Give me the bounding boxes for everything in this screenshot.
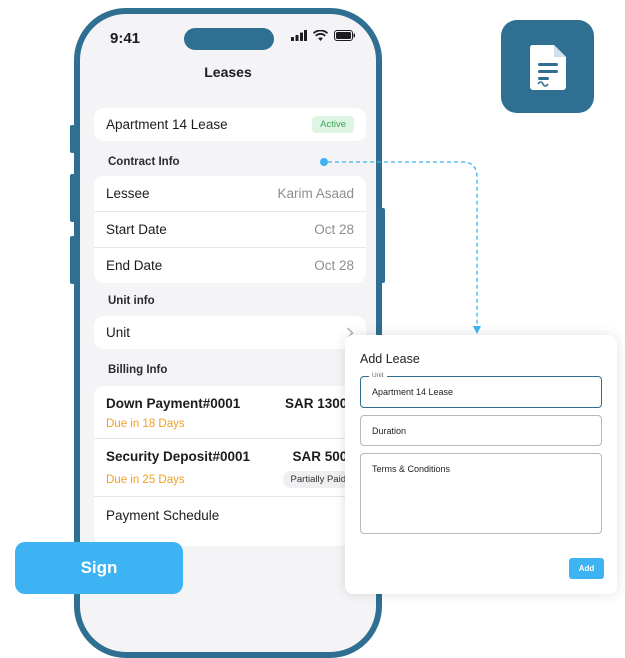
add-lease-panel: Add Lease Unit Apartment 14 Lease Durati…: [345, 335, 617, 594]
unit-field-legend: Unit: [369, 372, 387, 379]
unit-field[interactable]: Unit Apartment 14 Lease: [360, 372, 602, 408]
duration-placeholder: Duration: [372, 426, 407, 436]
duration-field[interactable]: Duration: [360, 415, 602, 446]
unit-field-value: Apartment 14 Lease: [372, 387, 454, 397]
add-button[interactable]: Add: [569, 558, 604, 579]
terms-placeholder: Terms & Conditions: [372, 464, 451, 474]
terms-field[interactable]: Terms & Conditions: [360, 453, 602, 534]
form-title: Add Lease: [360, 352, 420, 366]
